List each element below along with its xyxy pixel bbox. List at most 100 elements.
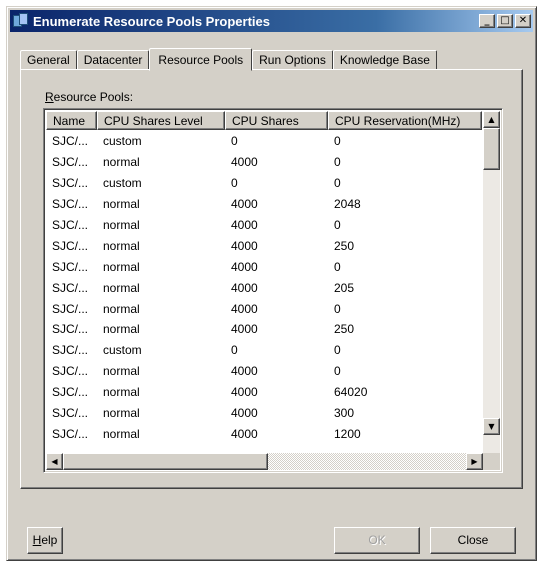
cell-name: SJC/... bbox=[52, 238, 89, 253]
table-row[interactable]: SJC/... custom 0 0 bbox=[46, 131, 482, 152]
cell-name: SJC/... bbox=[52, 134, 89, 149]
cell-shares: 4000 bbox=[231, 385, 258, 400]
cell-shares: 4000 bbox=[231, 259, 258, 274]
cell-reservation: 0 bbox=[334, 155, 341, 170]
cell-reservation: 250 bbox=[334, 238, 355, 253]
scrollbar-corner bbox=[483, 453, 500, 470]
cell-shares: 4000 bbox=[231, 155, 258, 170]
scroll-down-arrow-icon[interactable]: ▼ bbox=[483, 418, 500, 435]
list-header: Name CPU Shares Level CPU Shares CPU Res… bbox=[46, 111, 482, 130]
cell-name: SJC/... bbox=[52, 176, 89, 191]
vertical-scroll-thumb[interactable] bbox=[483, 128, 500, 170]
cell-shares-level: normal bbox=[103, 406, 140, 421]
table-row[interactable]: SJC/... normal 4000 2048 bbox=[46, 194, 482, 215]
cell-name: SJC/... bbox=[52, 280, 89, 295]
scroll-right-arrow-icon[interactable]: ▶ bbox=[466, 453, 483, 470]
horizontal-scrollbar[interactable]: ◀ ▶ bbox=[46, 453, 483, 470]
cell-shares-level: normal bbox=[103, 322, 140, 337]
cell-shares: 4000 bbox=[231, 238, 258, 253]
cell-reservation: 0 bbox=[334, 301, 341, 316]
scroll-left-arrow-icon[interactable]: ◀ bbox=[46, 453, 63, 470]
help-button[interactable]: Help bbox=[27, 527, 63, 554]
list-rows: SJC/... custom 0 0 SJC/... normal 4000 0 SJC/.… bbox=[46, 131, 482, 454]
table-row[interactable]: SJC/... normal 4000 250 bbox=[46, 319, 482, 340]
cell-reservation: 0 bbox=[334, 134, 341, 149]
tab-general[interactable]: General bbox=[20, 50, 77, 70]
cell-shares-level: normal bbox=[103, 385, 140, 400]
table-row[interactable]: SJC/... normal 4000 1200 bbox=[46, 423, 482, 444]
resource-pools-list[interactable]: Name CPU Shares Level CPU Shares CPU Res… bbox=[43, 108, 503, 473]
cell-shares: 4000 bbox=[231, 364, 258, 379]
table-row[interactable]: SJC/... normal 4000 205 bbox=[46, 277, 482, 298]
app-icon bbox=[13, 13, 29, 29]
cell-shares-level: normal bbox=[103, 364, 140, 379]
table-row[interactable]: SJC/... normal 4000 0 bbox=[46, 152, 482, 173]
table-row[interactable]: SJC/... custom 0 0 bbox=[46, 340, 482, 361]
table-row[interactable]: SJC/... normal 4000 0 bbox=[46, 298, 482, 319]
cell-name: SJC/... bbox=[52, 426, 89, 441]
cell-shares: 4000 bbox=[231, 426, 258, 441]
scroll-up-arrow-icon[interactable]: ▲ bbox=[483, 111, 500, 128]
cell-reservation: 0 bbox=[334, 343, 341, 358]
tab-knowledge-base[interactable]: Knowledge Base bbox=[332, 50, 437, 70]
tab-run-options[interactable]: Run Options bbox=[252, 50, 333, 70]
cell-reservation: 0 bbox=[334, 218, 341, 232]
cell-name: SJC/... bbox=[52, 155, 89, 170]
resource-pools-panel: Resource Pools: Name CPU Shares Level CP… bbox=[20, 69, 523, 489]
cell-shares-level: normal bbox=[103, 218, 140, 232]
cell-name: SJC/... bbox=[52, 259, 89, 274]
cell-shares-level: normal bbox=[103, 301, 140, 316]
cell-shares-level: custom bbox=[103, 134, 142, 149]
cell-shares: 4000 bbox=[231, 280, 258, 295]
vertical-scrollbar[interactable]: ▲ ▼ bbox=[483, 111, 500, 454]
cell-reservation: 2048 bbox=[334, 197, 361, 212]
cell-shares-level: custom bbox=[103, 176, 142, 191]
cell-shares: 0 bbox=[231, 343, 238, 358]
cell-shares: 4000 bbox=[231, 322, 258, 337]
column-header-name[interactable]: Name bbox=[46, 111, 97, 130]
cell-shares-level: normal bbox=[103, 259, 140, 274]
column-header-cpu-shares-level[interactable]: CPU Shares Level bbox=[97, 111, 225, 130]
cell-shares: 4000 bbox=[231, 218, 258, 232]
table-row[interactable]: SJC/... normal 4000 250 bbox=[46, 235, 482, 256]
tab-datacenter[interactable]: Datacenter bbox=[76, 50, 150, 70]
cell-shares: 0 bbox=[231, 134, 238, 149]
column-header-cpu-reservation[interactable]: CPU Reservation(MHz) bbox=[328, 111, 482, 130]
close-button[interactable]: Close bbox=[430, 527, 516, 554]
column-header-cpu-shares[interactable]: CPU Shares bbox=[225, 111, 328, 130]
minimize-button[interactable]: _ bbox=[479, 14, 495, 28]
cell-shares-level: normal bbox=[103, 238, 140, 253]
cell-name: SJC/... bbox=[52, 322, 89, 337]
cell-name: SJC/... bbox=[52, 343, 89, 358]
label-mnemonic: R bbox=[45, 90, 54, 104]
ok-button[interactable]: OK bbox=[334, 527, 420, 554]
cell-shares-level: normal bbox=[103, 280, 140, 295]
cell-reservation: 1200 bbox=[334, 426, 361, 441]
cell-shares: 4000 bbox=[231, 301, 258, 316]
cell-shares-level: normal bbox=[103, 426, 140, 441]
table-row[interactable]: SJC/... normal 4000 300 bbox=[46, 403, 482, 424]
close-window-button[interactable]: ✕ bbox=[515, 14, 531, 28]
horizontal-scroll-thumb[interactable] bbox=[63, 453, 268, 470]
help-label: elp bbox=[41, 533, 58, 547]
tab-strip: General Datacenter Resource Pools Run Op… bbox=[20, 46, 437, 71]
cell-name: SJC/... bbox=[52, 406, 89, 421]
cell-reservation: 64020 bbox=[334, 385, 368, 400]
window-title: Enumerate Resource Pools Properties bbox=[33, 13, 270, 29]
cell-shares-level: normal bbox=[103, 155, 140, 170]
cell-name: SJC/... bbox=[52, 385, 89, 400]
cell-reservation: 0 bbox=[334, 364, 341, 379]
table-row[interactable]: SJC/... normal 4000 0 bbox=[46, 361, 482, 382]
table-row[interactable]: SJC/... normal 4000 64020 bbox=[46, 382, 482, 403]
cell-reservation: 0 bbox=[334, 176, 341, 191]
tab-resource-pools[interactable]: Resource Pools bbox=[149, 48, 253, 71]
cell-name: SJC/... bbox=[52, 197, 89, 212]
table-row[interactable]: SJC/... custom 0 0 bbox=[46, 173, 482, 194]
cell-shares: 4000 bbox=[231, 406, 258, 421]
table-row[interactable]: SJC/... normal 4000 0 bbox=[46, 256, 482, 277]
maximize-button[interactable]: □ bbox=[497, 14, 513, 28]
title-bar[interactable]: Enumerate Resource Pools Properties _ □ … bbox=[10, 10, 533, 32]
table-row[interactable]: SJC/... normal 4000 0 bbox=[46, 215, 482, 236]
cell-reservation: 250 bbox=[334, 322, 355, 337]
cell-reservation: 205 bbox=[334, 280, 355, 295]
